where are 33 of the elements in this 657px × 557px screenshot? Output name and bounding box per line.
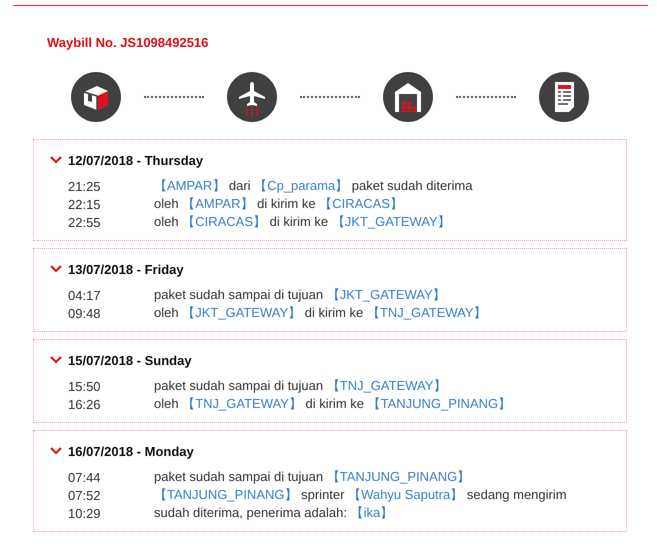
warehouse-icon bbox=[383, 72, 433, 122]
event-description: sudah diterima, penerima adalah: 【ika】 bbox=[154, 504, 394, 522]
chevron-down-icon[interactable] bbox=[50, 356, 62, 364]
chevron-down-icon[interactable] bbox=[50, 156, 62, 164]
event-description: oleh 【AMPAR】 di kirim ke 【CIRACAS】 bbox=[154, 195, 404, 213]
event-time: 15:50 bbox=[67, 378, 102, 394]
event-time: 16:26 bbox=[67, 396, 102, 412]
event-time: 09:48 bbox=[67, 306, 102, 320]
event-description: oleh 【JKT_GATEWAY】 di kirim ke 【TNJ_GATEWAY】 bbox=[154, 304, 487, 322]
event-description: paket sudah sampai di tujuan 【JKT_GATEWAY】 bbox=[154, 286, 446, 304]
event-time: 22:15 bbox=[67, 196, 102, 212]
box-icon bbox=[71, 72, 121, 122]
day-date[interactable]: 12/07/2018 - Thursday bbox=[68, 152, 204, 168]
event-time: 22:55 bbox=[67, 214, 102, 230]
airplane-icon bbox=[227, 72, 277, 122]
event-time: 10:29 bbox=[67, 506, 102, 520]
event-time: 04:17 bbox=[67, 288, 102, 302]
chevron-down-icon[interactable] bbox=[50, 447, 62, 455]
event-description: paket sudah sampai di tujuan 【TANJUNG_PINANG】 bbox=[154, 468, 470, 486]
day-date[interactable]: 13/07/2018 - Friday bbox=[68, 262, 184, 276]
event-description: paket sudah sampai di tujuan 【TNJ_GATEWAY】 bbox=[154, 377, 446, 395]
day-date[interactable]: 16/07/2018 - Monday bbox=[68, 444, 194, 458]
event-time: 07:52 bbox=[67, 488, 102, 502]
event-description: oleh 【CIRACAS】 di kirim ke 【JKT_GATEWAY】 bbox=[154, 213, 451, 231]
document-icon bbox=[539, 72, 589, 122]
event-description: oleh 【TNJ_GATEWAY】 di kirim ke 【TANJUNG_PINANG】 bbox=[154, 395, 512, 413]
event-time: 21:25 bbox=[67, 178, 102, 194]
event-description: 【TANJUNG_PINANG】 sprinter 【Wahyu Saputra】 sedang mengirim bbox=[154, 486, 567, 504]
event-time: 07:44 bbox=[67, 470, 102, 484]
waybill-number: Waybill No. JS1098492516 bbox=[47, 35, 210, 51]
event-description: 【AMPAR】 dari 【Cp_parama】 paket sudah diterima bbox=[154, 177, 472, 195]
day-date[interactable]: 15/07/2018 - Sunday bbox=[68, 352, 192, 368]
chevron-down-icon[interactable] bbox=[50, 265, 62, 273]
